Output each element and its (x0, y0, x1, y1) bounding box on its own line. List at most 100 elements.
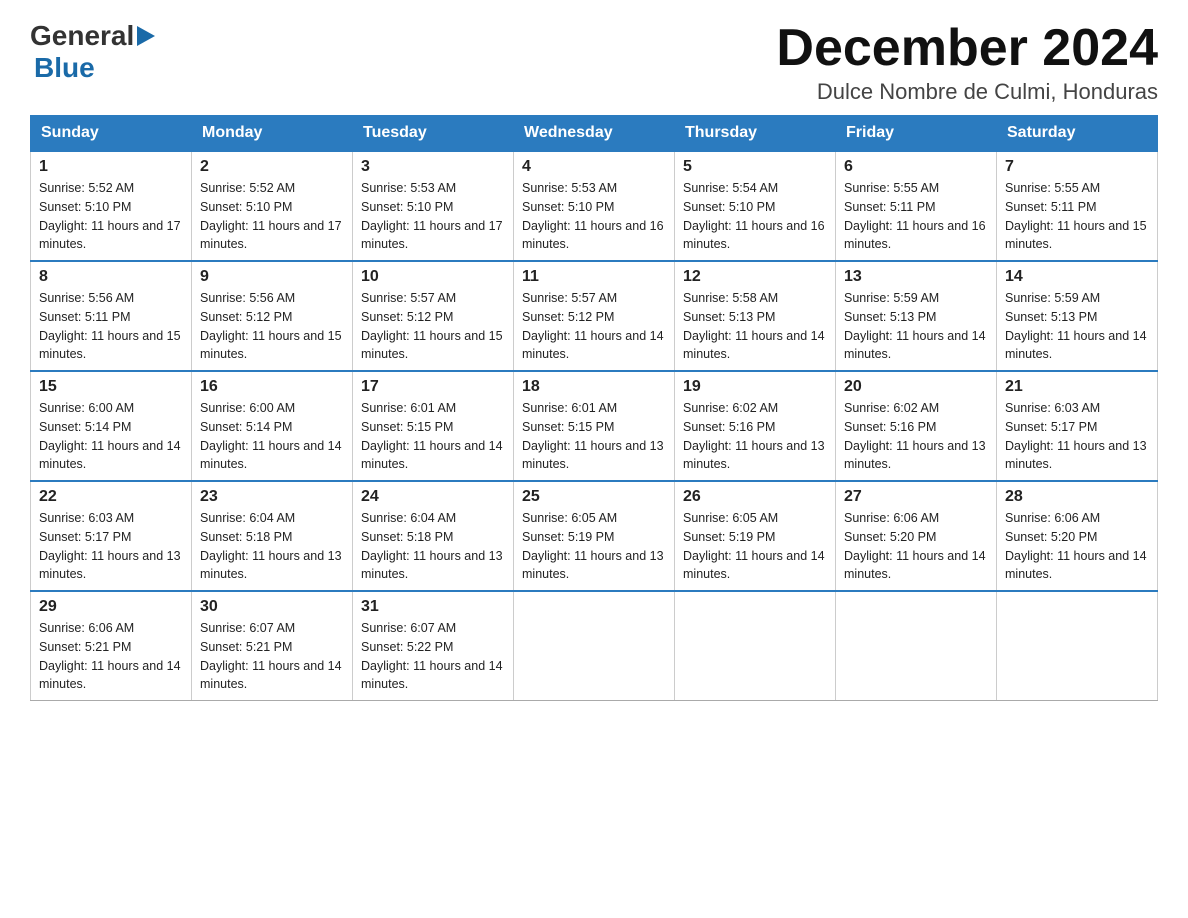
calendar-cell (997, 591, 1158, 701)
page-header: General Blue December 2024 Dulce Nombre … (30, 20, 1158, 105)
day-header-monday: Monday (192, 116, 353, 152)
day-info: Sunrise: 6:04 AM Sunset: 5:18 PM Dayligh… (361, 509, 505, 584)
day-number: 21 (1005, 378, 1149, 396)
day-number: 16 (200, 378, 344, 396)
day-info: Sunrise: 6:04 AM Sunset: 5:18 PM Dayligh… (200, 509, 344, 584)
calendar-cell: 1 Sunrise: 5:52 AM Sunset: 5:10 PM Dayli… (31, 151, 192, 261)
calendar-cell: 3 Sunrise: 5:53 AM Sunset: 5:10 PM Dayli… (353, 151, 514, 261)
calendar-cell: 4 Sunrise: 5:53 AM Sunset: 5:10 PM Dayli… (514, 151, 675, 261)
day-info: Sunrise: 5:59 AM Sunset: 5:13 PM Dayligh… (844, 289, 988, 364)
calendar-cell: 27 Sunrise: 6:06 AM Sunset: 5:20 PM Dayl… (836, 481, 997, 591)
day-number: 2 (200, 158, 344, 176)
day-number: 13 (844, 268, 988, 286)
calendar-cell: 14 Sunrise: 5:59 AM Sunset: 5:13 PM Dayl… (997, 261, 1158, 371)
day-info: Sunrise: 5:52 AM Sunset: 5:10 PM Dayligh… (200, 179, 344, 254)
day-number: 11 (522, 268, 666, 286)
day-number: 18 (522, 378, 666, 396)
day-number: 14 (1005, 268, 1149, 286)
day-header-friday: Friday (836, 116, 997, 152)
calendar-cell: 29 Sunrise: 6:06 AM Sunset: 5:21 PM Dayl… (31, 591, 192, 701)
calendar-cell: 25 Sunrise: 6:05 AM Sunset: 5:19 PM Dayl… (514, 481, 675, 591)
calendar-cell: 17 Sunrise: 6:01 AM Sunset: 5:15 PM Dayl… (353, 371, 514, 481)
day-number: 3 (361, 158, 505, 176)
calendar-cell: 30 Sunrise: 6:07 AM Sunset: 5:21 PM Dayl… (192, 591, 353, 701)
day-number: 22 (39, 488, 183, 506)
day-number: 5 (683, 158, 827, 176)
day-number: 20 (844, 378, 988, 396)
calendar-cell: 21 Sunrise: 6:03 AM Sunset: 5:17 PM Dayl… (997, 371, 1158, 481)
day-info: Sunrise: 6:03 AM Sunset: 5:17 PM Dayligh… (1005, 399, 1149, 474)
calendar-cell: 13 Sunrise: 5:59 AM Sunset: 5:13 PM Dayl… (836, 261, 997, 371)
day-header-tuesday: Tuesday (353, 116, 514, 152)
day-info: Sunrise: 5:56 AM Sunset: 5:11 PM Dayligh… (39, 289, 183, 364)
day-number: 27 (844, 488, 988, 506)
day-info: Sunrise: 6:02 AM Sunset: 5:16 PM Dayligh… (844, 399, 988, 474)
calendar-cell: 8 Sunrise: 5:56 AM Sunset: 5:11 PM Dayli… (31, 261, 192, 371)
calendar-cell (514, 591, 675, 701)
calendar-cell: 24 Sunrise: 6:04 AM Sunset: 5:18 PM Dayl… (353, 481, 514, 591)
day-info: Sunrise: 6:00 AM Sunset: 5:14 PM Dayligh… (39, 399, 183, 474)
day-info: Sunrise: 6:01 AM Sunset: 5:15 PM Dayligh… (361, 399, 505, 474)
day-number: 9 (200, 268, 344, 286)
day-info: Sunrise: 5:55 AM Sunset: 5:11 PM Dayligh… (1005, 179, 1149, 254)
logo-arrow-icon (137, 26, 155, 51)
day-number: 24 (361, 488, 505, 506)
day-info: Sunrise: 6:06 AM Sunset: 5:20 PM Dayligh… (1005, 509, 1149, 584)
day-info: Sunrise: 5:53 AM Sunset: 5:10 PM Dayligh… (522, 179, 666, 254)
calendar-cell: 12 Sunrise: 5:58 AM Sunset: 5:13 PM Dayl… (675, 261, 836, 371)
day-info: Sunrise: 5:53 AM Sunset: 5:10 PM Dayligh… (361, 179, 505, 254)
day-info: Sunrise: 5:54 AM Sunset: 5:10 PM Dayligh… (683, 179, 827, 254)
calendar-cell: 19 Sunrise: 6:02 AM Sunset: 5:16 PM Dayl… (675, 371, 836, 481)
calendar-cell: 10 Sunrise: 5:57 AM Sunset: 5:12 PM Dayl… (353, 261, 514, 371)
day-number: 19 (683, 378, 827, 396)
calendar-cell: 16 Sunrise: 6:00 AM Sunset: 5:14 PM Dayl… (192, 371, 353, 481)
day-header-sunday: Sunday (31, 116, 192, 152)
day-info: Sunrise: 5:55 AM Sunset: 5:11 PM Dayligh… (844, 179, 988, 254)
calendar-cell: 20 Sunrise: 6:02 AM Sunset: 5:16 PM Dayl… (836, 371, 997, 481)
calendar-cell: 22 Sunrise: 6:03 AM Sunset: 5:17 PM Dayl… (31, 481, 192, 591)
logo: General Blue (30, 20, 155, 84)
calendar-table: SundayMondayTuesdayWednesdayThursdayFrid… (30, 115, 1158, 701)
day-header-wednesday: Wednesday (514, 116, 675, 152)
day-info: Sunrise: 5:58 AM Sunset: 5:13 PM Dayligh… (683, 289, 827, 364)
week-row-3: 15 Sunrise: 6:00 AM Sunset: 5:14 PM Dayl… (31, 371, 1158, 481)
day-info: Sunrise: 6:00 AM Sunset: 5:14 PM Dayligh… (200, 399, 344, 474)
day-number: 8 (39, 268, 183, 286)
calendar-cell: 18 Sunrise: 6:01 AM Sunset: 5:15 PM Dayl… (514, 371, 675, 481)
day-info: Sunrise: 5:52 AM Sunset: 5:10 PM Dayligh… (39, 179, 183, 254)
day-number: 25 (522, 488, 666, 506)
day-info: Sunrise: 6:07 AM Sunset: 5:21 PM Dayligh… (200, 619, 344, 694)
calendar-cell: 11 Sunrise: 5:57 AM Sunset: 5:12 PM Dayl… (514, 261, 675, 371)
day-number: 30 (200, 598, 344, 616)
day-info: Sunrise: 6:07 AM Sunset: 5:22 PM Dayligh… (361, 619, 505, 694)
calendar-cell: 6 Sunrise: 5:55 AM Sunset: 5:11 PM Dayli… (836, 151, 997, 261)
days-of-week-row: SundayMondayTuesdayWednesdayThursdayFrid… (31, 116, 1158, 152)
logo-general-text: General (30, 20, 134, 52)
day-info: Sunrise: 6:03 AM Sunset: 5:17 PM Dayligh… (39, 509, 183, 584)
day-number: 31 (361, 598, 505, 616)
day-info: Sunrise: 6:06 AM Sunset: 5:21 PM Dayligh… (39, 619, 183, 694)
day-header-saturday: Saturday (997, 116, 1158, 152)
calendar-cell: 2 Sunrise: 5:52 AM Sunset: 5:10 PM Dayli… (192, 151, 353, 261)
week-row-1: 1 Sunrise: 5:52 AM Sunset: 5:10 PM Dayli… (31, 151, 1158, 261)
day-info: Sunrise: 6:05 AM Sunset: 5:19 PM Dayligh… (683, 509, 827, 584)
day-number: 1 (39, 158, 183, 176)
day-number: 12 (683, 268, 827, 286)
day-number: 4 (522, 158, 666, 176)
calendar-cell (836, 591, 997, 701)
week-row-5: 29 Sunrise: 6:06 AM Sunset: 5:21 PM Dayl… (31, 591, 1158, 701)
day-number: 6 (844, 158, 988, 176)
day-number: 26 (683, 488, 827, 506)
calendar-cell (675, 591, 836, 701)
calendar-cell: 26 Sunrise: 6:05 AM Sunset: 5:19 PM Dayl… (675, 481, 836, 591)
day-number: 17 (361, 378, 505, 396)
day-number: 23 (200, 488, 344, 506)
logo-blue-text: Blue (34, 52, 95, 84)
day-info: Sunrise: 6:01 AM Sunset: 5:15 PM Dayligh… (522, 399, 666, 474)
day-info: Sunrise: 5:59 AM Sunset: 5:13 PM Dayligh… (1005, 289, 1149, 364)
calendar-header: SundayMondayTuesdayWednesdayThursdayFrid… (31, 116, 1158, 152)
day-info: Sunrise: 5:57 AM Sunset: 5:12 PM Dayligh… (522, 289, 666, 364)
title-block: December 2024 Dulce Nombre de Culmi, Hon… (776, 20, 1158, 105)
calendar-cell: 31 Sunrise: 6:07 AM Sunset: 5:22 PM Dayl… (353, 591, 514, 701)
week-row-2: 8 Sunrise: 5:56 AM Sunset: 5:11 PM Dayli… (31, 261, 1158, 371)
